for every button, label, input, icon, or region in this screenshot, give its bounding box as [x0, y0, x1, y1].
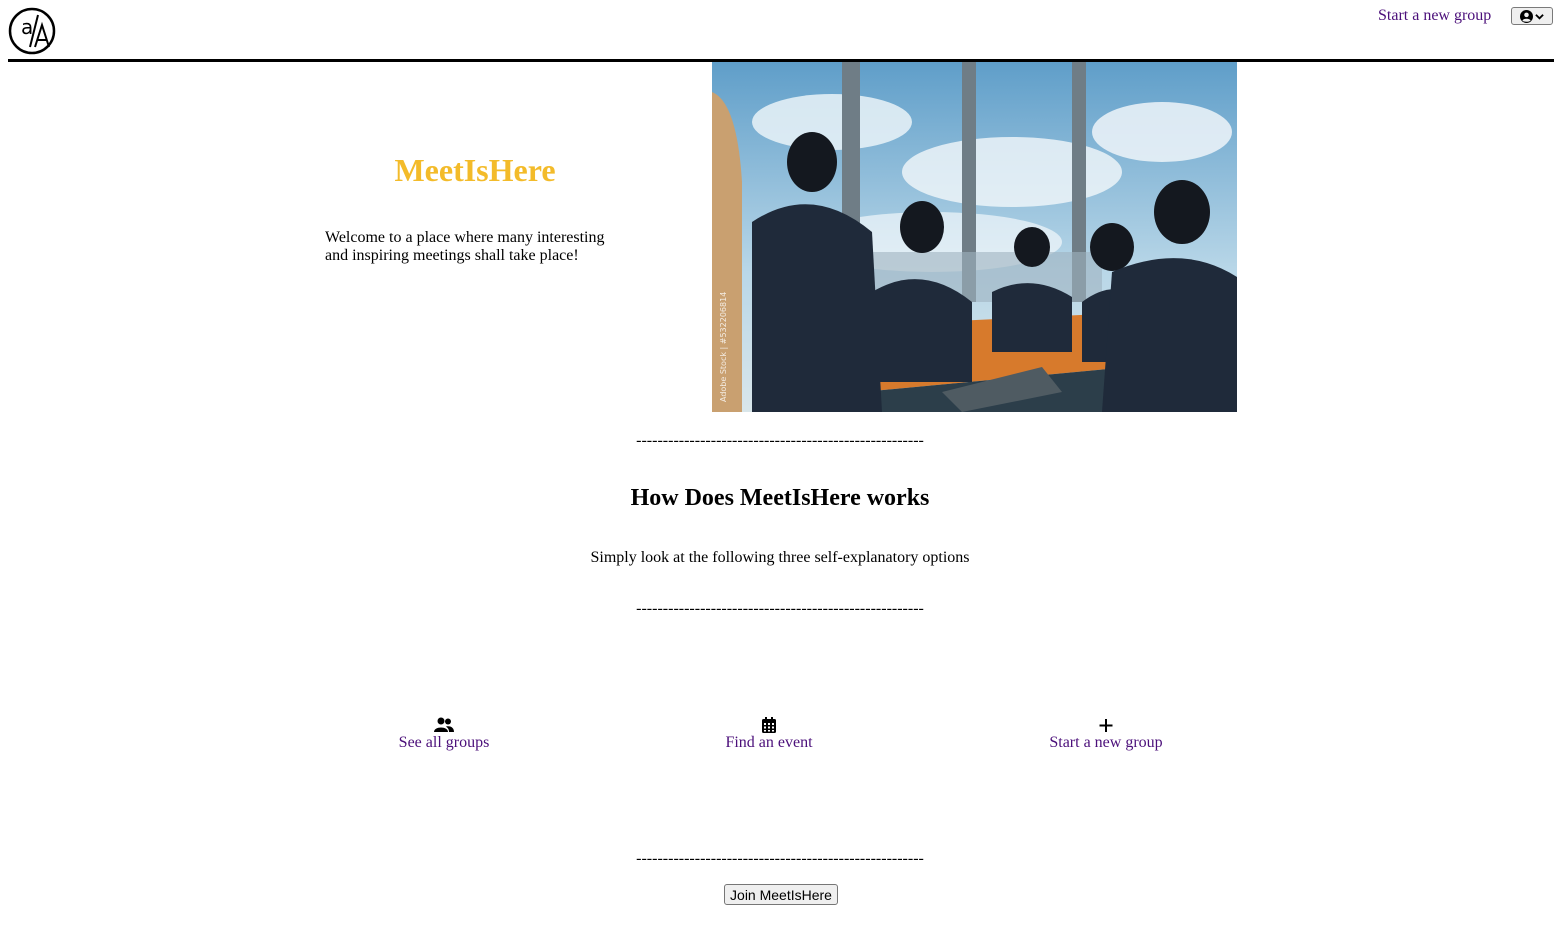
divider-bottom: ----------------------------------------…: [636, 850, 924, 867]
start-new-group-nav-link[interactable]: Start a new group: [1378, 7, 1491, 25]
how-it-works-title: How Does MeetIsHere works: [630, 485, 930, 511]
calendar-icon: [762, 717, 776, 733]
watermark-text: Adobe Stock | #532206814: [719, 292, 728, 402]
top-header: a Start a new group: [8, 0, 1554, 62]
see-all-groups-link[interactable]: See all groups: [344, 716, 544, 752]
logo-icon[interactable]: a: [8, 7, 56, 55]
meeting-illustration-image: Adobe Stock | #532206814: [712, 62, 1237, 412]
find-an-event-link[interactable]: Find an event: [669, 716, 869, 752]
find-an-event-label: Find an event: [725, 734, 813, 751]
user-circle-icon: [1520, 9, 1533, 23]
plus-icon: [1099, 719, 1113, 732]
join-button[interactable]: Join MeetIsHere: [724, 884, 838, 905]
how-it-works-subtitle: Simply look at the following three self-…: [590, 549, 970, 566]
see-all-groups-label: See all groups: [398, 734, 490, 751]
divider-top: ----------------------------------------…: [636, 432, 924, 449]
start-new-group-label: Start a new group: [1049, 734, 1163, 751]
start-new-group-link[interactable]: Start a new group: [1006, 716, 1206, 752]
hero-title: MeetIsHere: [394, 152, 556, 188]
divider-middle: ----------------------------------------…: [636, 600, 924, 617]
chevron-down-icon: [1535, 13, 1544, 20]
page: a Start a new group MeetIsHere Welcome t…: [0, 0, 1560, 927]
svg-text:a: a: [21, 15, 33, 39]
hero-welcome-text: Welcome to a place where many interestin…: [325, 229, 605, 264]
profile-menu-button[interactable]: [1511, 7, 1553, 25]
users-icon: [434, 717, 454, 732]
